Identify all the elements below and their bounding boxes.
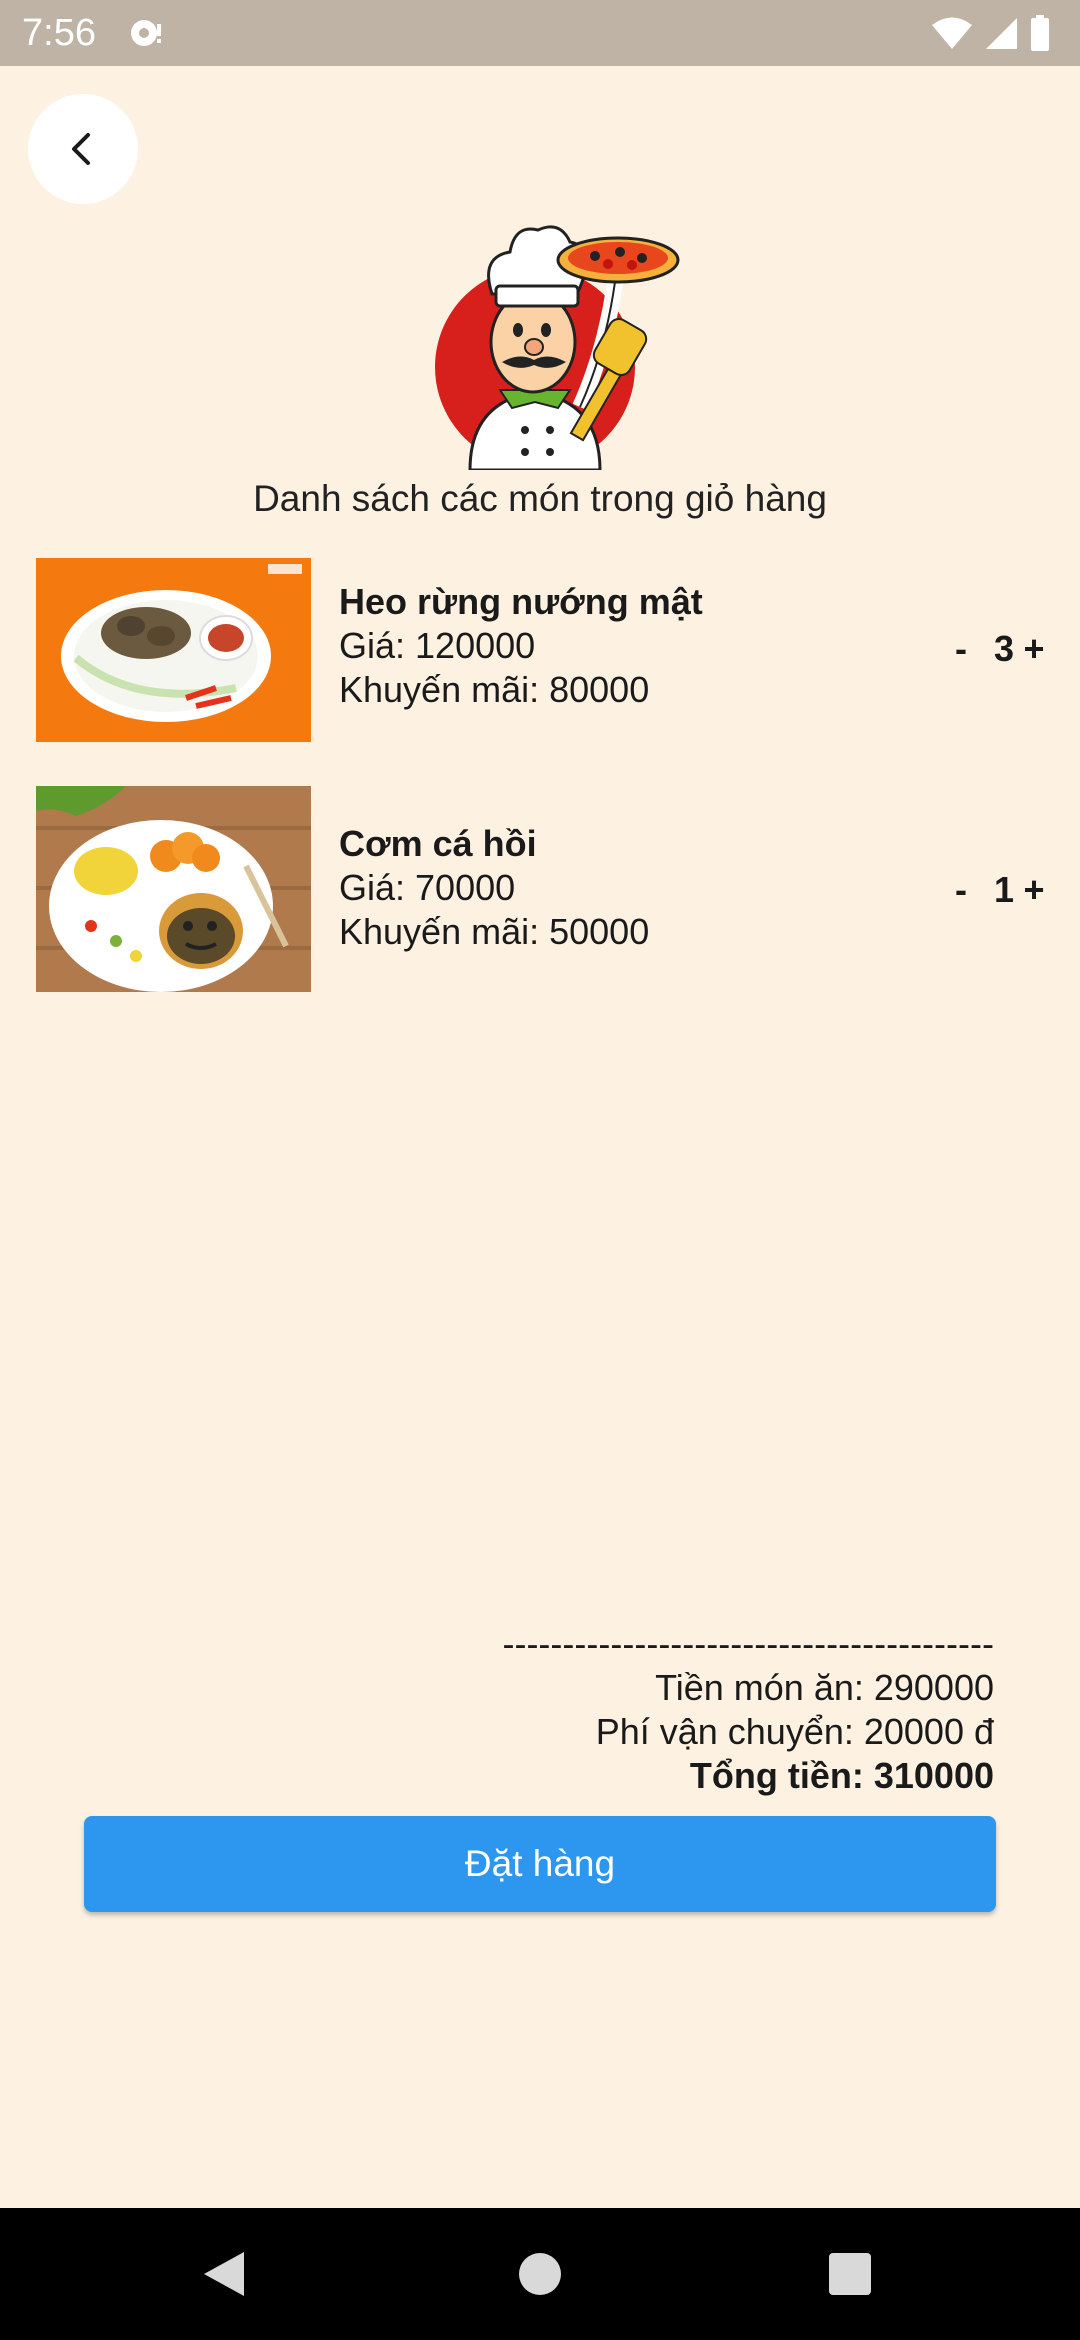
- place-order-button[interactable]: Đặt hàng: [84, 1816, 996, 1912]
- order-summary: ----------------------------------------…: [502, 1622, 994, 1798]
- item-info: Cơm cá hồi Giá: 70000 Khuyến mãi: 50000: [339, 822, 649, 954]
- wifi-icon: [932, 17, 972, 49]
- cart-item: Cơm cá hồi Giá: 70000 Khuyến mãi: 50000 …: [36, 786, 1046, 992]
- quantity-stepper: - 1 +: [950, 868, 1046, 912]
- item-promo-price: Khuyến mãi: 80000: [339, 669, 650, 710]
- item-info: Heo rừng nướng mật Giá: 120000 Khuyến mã…: [339, 580, 703, 712]
- item-name: Heo rừng nướng mật: [339, 581, 703, 622]
- status-time: 7:56: [22, 12, 96, 54]
- decrease-quantity-button[interactable]: -: [950, 627, 972, 671]
- increase-quantity-button[interactable]: +: [1022, 627, 1046, 671]
- cellular-signal-icon: [986, 18, 1017, 49]
- food-total: Tiền món ăn: 290000: [655, 1667, 994, 1708]
- battery-icon: [1031, 15, 1049, 51]
- chevron-left-icon: [72, 133, 90, 165]
- page-title: Danh sách các món trong giỏ hàng: [253, 478, 827, 519]
- status-icons: [932, 14, 1050, 52]
- food-image: [36, 786, 311, 992]
- quantity-stepper: - 3 +: [950, 627, 1046, 671]
- recents-square-icon[interactable]: [820, 2244, 880, 2304]
- quantity-value: 1: [993, 869, 1014, 910]
- food-image: [36, 558, 311, 742]
- item-price: Giá: 120000: [339, 625, 536, 666]
- increase-quantity-button[interactable]: +: [1022, 868, 1046, 912]
- item-name: Cơm cá hồi: [339, 823, 537, 864]
- shipping-fee: Phí vận chuyển: 20000 đ: [595, 1711, 994, 1752]
- grand-total: Tổng tiền: 310000: [689, 1755, 994, 1796]
- back-button[interactable]: [28, 94, 138, 204]
- home-circle-icon[interactable]: [510, 2244, 570, 2304]
- decrease-quantity-button[interactable]: -: [950, 868, 972, 912]
- back-triangle-icon[interactable]: [196, 2244, 256, 2304]
- navigation-bar: [0, 2208, 1080, 2340]
- summary-divider: ----------------------------------------…: [502, 1623, 994, 1664]
- item-price: Giá: 70000: [339, 867, 516, 908]
- status-bar: 7:56: [0, 0, 1080, 66]
- notification-icon: [131, 20, 161, 46]
- cart-item: Heo rừng nướng mật Giá: 120000 Khuyến mã…: [36, 558, 1046, 742]
- item-promo-price: Khuyến mãi: 50000: [339, 911, 650, 952]
- chef-pizza-logo: [435, 225, 680, 470]
- quantity-value: 3: [993, 628, 1014, 669]
